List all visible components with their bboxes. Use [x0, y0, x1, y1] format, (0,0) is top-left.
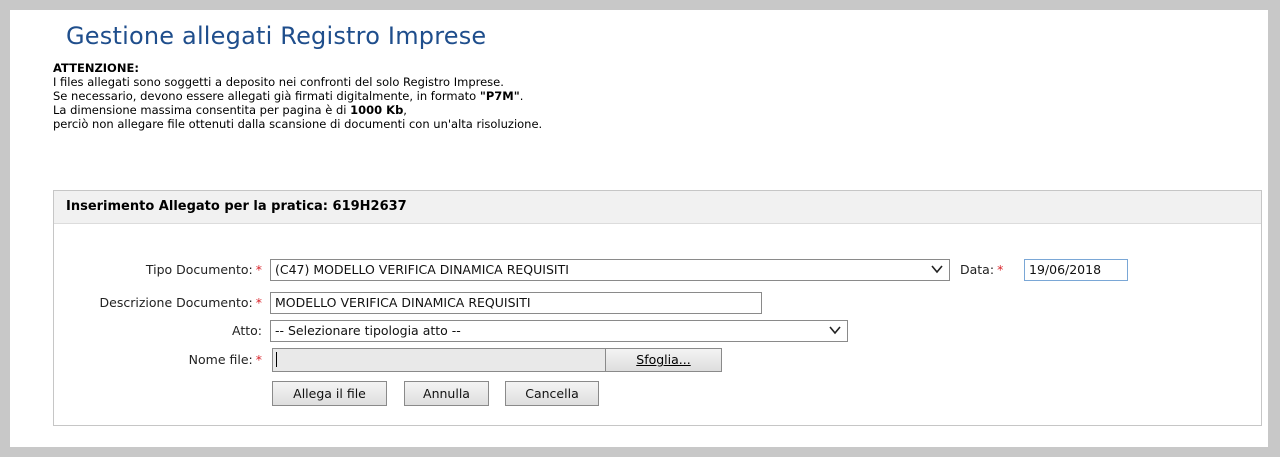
data-label-text: Data: — [960, 262, 995, 277]
notice-line-2: Se necessario, devono essere allegati gi… — [53, 89, 542, 103]
chevron-down-icon — [829, 326, 841, 335]
descrizione-label: Descrizione Documento: * — [52, 295, 262, 310]
notice-heading: ATTENZIONE: — [53, 61, 139, 75]
atto-value: -- Selezionare tipologia atto -- — [275, 323, 461, 338]
file-picker[interactable]: Sfoglia... — [272, 348, 722, 372]
browse-label: Sfoglia... — [636, 352, 691, 367]
allega-button[interactable]: Allega il file — [272, 381, 387, 406]
nome-file-label-text: Nome file: — [188, 352, 253, 367]
atto-label-text: Atto: — [232, 323, 262, 338]
nome-file-label: Nome file: * — [52, 352, 262, 367]
browse-button[interactable]: Sfoglia... — [606, 349, 721, 371]
notice-line-4: perciò non allegare file ottenuti dalla … — [53, 117, 543, 131]
notice-format: "P7M" — [479, 89, 520, 103]
cancella-button[interactable]: Cancella — [505, 381, 599, 406]
notice-line-3-text: La dimensione massima consentita per pag… — [53, 103, 351, 117]
tipo-documento-label: Tipo Documento: * — [52, 262, 262, 277]
panel-header: Inserimento Allegato per la pratica: 619… — [54, 191, 1261, 224]
tipo-documento-select[interactable]: (C47) MODELLO VERIFICA DINAMICA REQUISIT… — [270, 259, 950, 281]
tipo-documento-value: (C47) MODELLO VERIFICA DINAMICA REQUISIT… — [275, 262, 569, 277]
notice-line-3: La dimensione massima consentita per pag… — [53, 103, 542, 117]
file-name-input[interactable] — [273, 349, 606, 371]
notice-line-2-end: . — [519, 89, 524, 103]
notice-line-2-text: Se necessario, devono essere allegati gi… — [53, 89, 480, 103]
notice-line-3-end: , — [403, 103, 407, 117]
chevron-down-icon — [931, 265, 943, 274]
required-mark: * — [255, 295, 262, 310]
notice-line-1: I files allegati sono soggetti a deposit… — [53, 75, 504, 89]
annulla-button[interactable]: Annulla — [404, 381, 489, 406]
notice-size: 1000 Kb — [350, 103, 404, 117]
text-caret — [276, 352, 277, 367]
descrizione-input[interactable]: MODELLO VERIFICA DINAMICA REQUISITI — [270, 292, 762, 314]
tipo-documento-label-text: Tipo Documento: — [145, 262, 253, 277]
notice-block: ATTENZIONE: I files allegati sono sogget… — [53, 61, 542, 131]
atto-label: Atto: — [52, 323, 262, 338]
data-label: Data: * — [960, 262, 1016, 277]
atto-select[interactable]: -- Selezionare tipologia atto -- — [270, 320, 848, 342]
required-mark: * — [255, 352, 262, 367]
data-input[interactable]: 19/06/2018 — [1024, 259, 1128, 281]
required-mark: * — [997, 262, 1004, 277]
descrizione-label-text: Descrizione Documento: — [99, 295, 253, 310]
page-title: Gestione allegati Registro Imprese — [66, 22, 487, 50]
required-mark: * — [255, 262, 262, 277]
